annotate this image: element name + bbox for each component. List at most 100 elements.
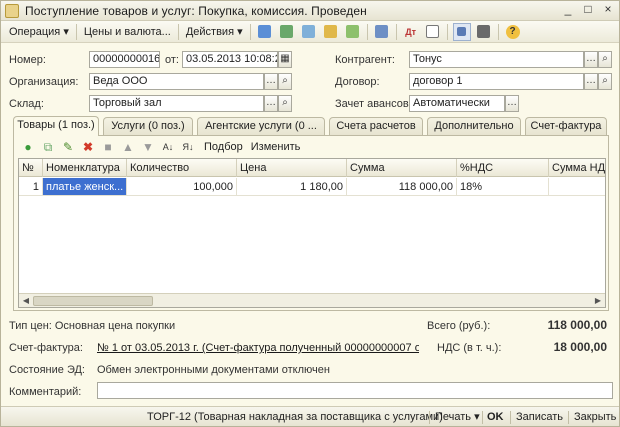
delete-row-icon[interactable]: ✖ xyxy=(80,139,96,155)
table-cell-number[interactable]: 1 xyxy=(19,178,43,196)
invoice-label: Счет-фактура: xyxy=(9,342,83,354)
tab-additional[interactable]: Дополнительно xyxy=(427,117,521,136)
vat-label: НДС (в т. ч.): xyxy=(437,342,502,354)
structure-icon[interactable] xyxy=(452,22,471,41)
column-header-vat-rate[interactable]: %НДС xyxy=(457,159,549,177)
column-header-quantity[interactable]: Количество xyxy=(127,159,237,177)
bottom-separator xyxy=(482,411,483,424)
horizontal-scrollbar[interactable]: ◀ ▶ xyxy=(19,293,605,307)
table-cell-vat-rate[interactable]: 18% xyxy=(457,178,549,196)
invoice-link[interactable]: № 1 от 03.05.2013 г. (Счет-фактура получ… xyxy=(97,342,419,354)
actions-menu[interactable]: Действия ▾ xyxy=(182,23,247,41)
tab-services[interactable]: Услуги (0 поз.) xyxy=(103,117,193,136)
organization-field[interactable]: Веда ООО xyxy=(89,73,264,90)
copy-document-icon[interactable] xyxy=(322,23,340,41)
contractor-label: Контрагент: xyxy=(335,54,395,66)
save-icon[interactable] xyxy=(278,23,296,41)
maximize-button[interactable]: □ xyxy=(581,3,595,17)
journal-icon[interactable] xyxy=(424,23,442,41)
refresh-icon[interactable] xyxy=(300,23,318,41)
warehouse-select-button[interactable]: … xyxy=(264,95,278,112)
print-menu-button[interactable]: Печать ▾ xyxy=(435,407,480,427)
number-label: Номер: xyxy=(9,54,46,66)
advance-offset-select-button[interactable]: … xyxy=(505,95,519,112)
goods-tab-panel: ● ⧉ ✎ ✖ ■ ▲ ▼ A↓ Я↓ Подбор Изменить № Но… xyxy=(13,135,609,311)
scroll-left-icon[interactable]: ◀ xyxy=(20,295,32,307)
copy-row-icon[interactable]: ⧉ xyxy=(40,139,56,155)
comment-label: Комментарий: xyxy=(9,386,82,398)
column-header-price[interactable]: Цена xyxy=(237,159,347,177)
save-button[interactable]: Записать xyxy=(516,407,563,427)
end-edit-icon[interactable]: ■ xyxy=(100,139,116,155)
contract-open-icon[interactable]: ⌕ xyxy=(598,73,612,90)
move-down-icon[interactable]: ▼ xyxy=(140,139,156,155)
warehouse-open-icon[interactable]: ⌕ xyxy=(278,95,292,112)
goods-table[interactable]: № Номенклатура Количество Цена Сумма %НД… xyxy=(18,158,606,308)
column-header-vat-sum[interactable]: Сумма НДС xyxy=(549,159,605,177)
calendar-icon[interactable]: ▦ xyxy=(278,51,292,68)
close-window-button[interactable]: × xyxy=(601,3,615,17)
advance-offset-field[interactable]: Автоматически xyxy=(409,95,505,112)
toolbar-separator xyxy=(249,23,251,40)
minimize-button[interactable]: _ xyxy=(561,3,575,17)
date-label: от: xyxy=(165,54,179,66)
table-cell-item[interactable]: платье женск... xyxy=(43,178,127,196)
column-header-sum[interactable]: Сумма xyxy=(347,159,457,177)
bottom-command-bar: ТОРГ-12 (Товарная накладная за поставщик… xyxy=(1,406,619,426)
add-row-icon[interactable]: ● xyxy=(20,139,36,155)
bottom-separator xyxy=(510,411,511,424)
pick-button[interactable]: Подбор xyxy=(200,141,247,153)
tab-invoice[interactable]: Счет-фактура xyxy=(525,117,607,136)
sort-ascending-icon[interactable]: A↓ xyxy=(160,139,176,155)
move-up-icon[interactable]: ▲ xyxy=(120,139,136,155)
comment-field[interactable] xyxy=(97,382,613,399)
organization-label: Организация: xyxy=(9,76,79,88)
contract-field[interactable]: договор 1 xyxy=(409,73,584,90)
settings-icon[interactable] xyxy=(475,23,493,41)
total-label: Всего (руб.): xyxy=(427,320,491,332)
edo-state-label: Состояние ЭД: xyxy=(9,364,85,376)
warehouse-field[interactable]: Торговый зал xyxy=(89,95,264,112)
toolbar-separator xyxy=(75,23,77,40)
table-cell-quantity[interactable]: 100,000 xyxy=(127,178,237,196)
scroll-right-icon[interactable]: ▶ xyxy=(592,295,604,307)
column-header-number[interactable]: № xyxy=(19,159,43,177)
vat-value: 18 000,00 xyxy=(553,340,607,354)
torg12-print-button[interactable]: ТОРГ-12 (Товарная накладная за поставщик… xyxy=(147,407,443,427)
window-title: Поступление товаров и услуг: Покупка, ко… xyxy=(25,3,367,18)
main-toolbar: Операция ▾ Цены и валюта... Действия ▾ Д… xyxy=(1,21,619,43)
toolbar-separator xyxy=(395,23,397,40)
date-field[interactable]: 03.05.2013 10:08:23 xyxy=(182,51,278,68)
table-cell-sum[interactable]: 118 000,00 xyxy=(347,178,457,196)
edit-button[interactable]: Изменить xyxy=(247,141,305,153)
close-button[interactable]: Закрыть xyxy=(574,407,616,427)
sort-descending-icon[interactable]: Я↓ xyxy=(180,139,196,155)
tab-agent-services[interactable]: Агентские услуги (0 ... xyxy=(197,117,325,136)
number-field[interactable]: 00000000016 xyxy=(89,51,160,68)
contract-label: Договор: xyxy=(335,76,380,88)
debit-credit-icon[interactable]: Дт xyxy=(402,23,420,41)
edit-row-icon[interactable]: ✎ xyxy=(60,139,76,155)
based-on-icon[interactable] xyxy=(373,23,391,41)
column-header-item[interactable]: Номенклатура xyxy=(43,159,127,177)
post-and-close-icon[interactable] xyxy=(256,23,274,41)
contract-select-button[interactable]: … xyxy=(584,73,598,90)
tab-accounts[interactable]: Счета расчетов xyxy=(329,117,423,136)
add-icon[interactable] xyxy=(344,23,362,41)
tab-goods[interactable]: Товары (1 поз.) xyxy=(13,116,99,136)
help-icon[interactable]: ? xyxy=(504,23,522,41)
table-cell-price[interactable]: 1 180,00 xyxy=(237,178,347,196)
prices-currency-button[interactable]: Цены и валюта... xyxy=(80,23,175,41)
advance-offset-label: Зачет авансов: xyxy=(335,98,412,110)
ok-button[interactable]: OK xyxy=(487,407,504,427)
table-cell-vat-sum[interactable] xyxy=(549,178,605,196)
operation-menu[interactable]: Операция ▾ xyxy=(5,23,73,41)
contractor-open-icon[interactable]: ⌕ xyxy=(598,51,612,68)
warehouse-label: Склад: xyxy=(9,98,44,110)
contractor-field[interactable]: Тонус xyxy=(409,51,584,68)
toolbar-separator xyxy=(366,23,368,40)
organization-select-button[interactable]: … xyxy=(264,73,278,90)
scrollbar-thumb[interactable] xyxy=(33,296,153,306)
contractor-select-button[interactable]: … xyxy=(584,51,598,68)
organization-open-icon[interactable]: ⌕ xyxy=(278,73,292,90)
